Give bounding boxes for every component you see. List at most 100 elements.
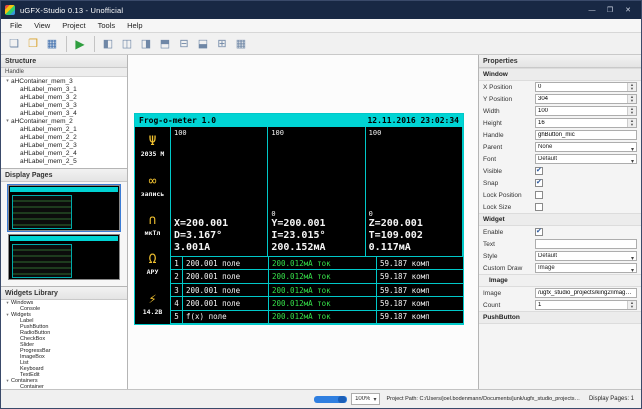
align-top-icon[interactable]: ⬒ [156, 35, 174, 53]
spin-down-icon[interactable] [628, 99, 636, 103]
visible-checkbox[interactable] [535, 167, 543, 175]
zoom-slider[interactable] [314, 396, 347, 403]
custom-draw-select[interactable]: Image [535, 263, 637, 273]
expand-arrow-icon[interactable]: ▾ [4, 300, 11, 306]
menu-item[interactable]: View [28, 20, 56, 31]
run-icon[interactable]: ▶ [71, 35, 89, 53]
y-position-input[interactable] [536, 95, 627, 103]
structure-tree-item[interactable]: aHLabel_mem_3_2 [1, 93, 127, 101]
maximize-button[interactable]: ❐ [601, 3, 619, 17]
page-thumbnail[interactable] [8, 234, 120, 280]
design-canvas[interactable]: Frog-o-meter 1.0 12.11.2016 23:02:34 Ψ 2… [128, 55, 478, 389]
spin-down-icon[interactable] [628, 111, 636, 115]
group-pushbutton[interactable]: PushButton [479, 311, 641, 324]
snap-checkbox[interactable] [535, 179, 543, 187]
structure-tree-item[interactable]: aHLabel_mem_3_3 [1, 101, 127, 109]
spinner-arrows[interactable] [627, 119, 636, 127]
new-file-icon[interactable]: ❏ [5, 35, 23, 53]
x-position-input[interactable] [536, 83, 627, 91]
menu-item[interactable]: File [4, 20, 28, 31]
expand-arrow-icon[interactable]: ▾ [4, 312, 11, 318]
cell-record[interactable]: ∞ запись [135, 166, 170, 205]
cell-power[interactable]: ⚡ 14.2В [135, 285, 170, 324]
structure-tree-item[interactable]: aHLabel_mem_2_1 [1, 125, 127, 133]
spin-down-icon[interactable] [628, 123, 636, 127]
cell-magnetometer[interactable]: ∩ мкТл [135, 206, 170, 245]
open-project-icon[interactable]: ❐ [24, 35, 42, 53]
count-input[interactable] [536, 301, 627, 309]
text-input[interactable] [535, 239, 637, 249]
spinner-arrows[interactable] [627, 301, 636, 309]
group-widget[interactable]: Widget [479, 213, 641, 226]
image-path-input[interactable] [535, 288, 637, 298]
menu-item[interactable]: Project [56, 20, 91, 31]
cell-usb[interactable]: Ψ 2035 М [135, 127, 170, 166]
structure-column-header[interactable]: Handle [1, 68, 127, 77]
page-thumbnail[interactable] [8, 185, 120, 231]
widgets-library-panel-title: Widgets Library [1, 287, 127, 300]
save-project-icon[interactable]: ▦ [43, 35, 61, 53]
align-center-horizontal-icon[interactable]: ◫ [118, 35, 136, 53]
align-middle-icon[interactable]: ⊟ [175, 35, 193, 53]
meter-value: X=200.001 [174, 218, 264, 230]
icon-label: АРУ [147, 268, 159, 276]
prop-image: Image [479, 287, 641, 299]
structure-tree-item[interactable]: aHLabel_mem_2_3 [1, 141, 127, 149]
font-select[interactable]: Default [535, 154, 637, 164]
tree-item-label: aHLabel_mem_2_2 [20, 134, 77, 141]
expand-arrow-icon[interactable]: ▾ [4, 378, 11, 384]
spin-down-icon[interactable] [628, 87, 636, 91]
height-input[interactable] [536, 119, 627, 127]
spin-down-icon[interactable] [628, 305, 636, 309]
y-position-spinner[interactable] [535, 94, 637, 104]
grid-icon[interactable]: ▦ [232, 35, 250, 53]
meter-value: Y=200.001 [271, 218, 361, 230]
widget-tree-item[interactable]: Container [1, 384, 127, 389]
meter-column[interactable]: 100 0 Z=200.001 T=109.002 0.117мА [366, 127, 463, 256]
meter-value: T=109.002 [369, 230, 459, 242]
structure-tree-item[interactable]: aHLabel_mem_2_4 [1, 149, 127, 157]
structure-panel: Structure Handle ▾ aHContainer_mem_3 [1, 55, 127, 169]
structure-tree-item[interactable]: ▾ aHContainer_mem_3 [1, 77, 127, 85]
structure-tree-item[interactable]: aHLabel_mem_3_4 [1, 109, 127, 117]
structure-tree-item[interactable]: ▾ aHContainer_mem_2 [1, 117, 127, 125]
height-spinner[interactable] [535, 118, 637, 128]
prop-enable: Enable [479, 226, 641, 238]
meter-column[interactable]: 100 0 Y=200.001 I=23.015° 200.152мА [268, 127, 365, 256]
zoom-select[interactable]: 100% [351, 393, 380, 405]
align-left-icon[interactable]: ◧ [99, 35, 117, 53]
menu-item[interactable]: Tools [92, 20, 122, 31]
distribute-horizontal-icon[interactable]: ⊞ [213, 35, 231, 53]
structure-tree-item[interactable]: aHLabel_mem_2_2 [1, 133, 127, 141]
prop-label: Count [483, 302, 535, 309]
lock-position-checkbox[interactable] [535, 191, 543, 199]
cell-microphone[interactable]: Ω АРУ [135, 245, 170, 284]
meter-column[interactable]: 100 X=200.001 D=3.167° 3.001A [171, 127, 268, 256]
parent-select[interactable]: None [535, 142, 637, 152]
minimize-button[interactable]: — [583, 3, 601, 17]
spinner-arrows[interactable] [627, 83, 636, 91]
spinner-arrows[interactable] [627, 95, 636, 103]
style-select[interactable]: Default [535, 251, 637, 261]
align-right-icon[interactable]: ◨ [137, 35, 155, 53]
expand-arrow-icon[interactable]: ▾ [4, 78, 11, 84]
close-button[interactable]: ✕ [619, 3, 637, 17]
structure-tree-item[interactable]: aHLabel_mem_2_5 [1, 157, 127, 165]
x-position-spinner[interactable] [535, 82, 637, 92]
display-preview[interactable]: Frog-o-meter 1.0 12.11.2016 23:02:34 Ψ 2… [134, 113, 464, 325]
spinner-arrows[interactable] [627, 107, 636, 115]
enable-checkbox[interactable] [535, 228, 543, 236]
menu-item[interactable]: Help [121, 20, 148, 31]
structure-tree-item[interactable]: aHLabel_mem_3_1 [1, 85, 127, 93]
width-spinner[interactable] [535, 106, 637, 116]
expand-arrow-icon[interactable]: ▾ [4, 118, 11, 124]
group-image[interactable]: Image [479, 274, 641, 287]
prop-label: X Position [483, 84, 535, 91]
count-spinner[interactable] [535, 300, 637, 310]
width-input[interactable] [536, 107, 627, 115]
tree-item-label: aHLabel_mem_3_2 [20, 94, 77, 101]
group-window[interactable]: Window [479, 68, 641, 81]
lock-size-checkbox[interactable] [535, 203, 543, 211]
align-bottom-icon[interactable]: ⬓ [194, 35, 212, 53]
handle-input[interactable] [535, 130, 637, 140]
